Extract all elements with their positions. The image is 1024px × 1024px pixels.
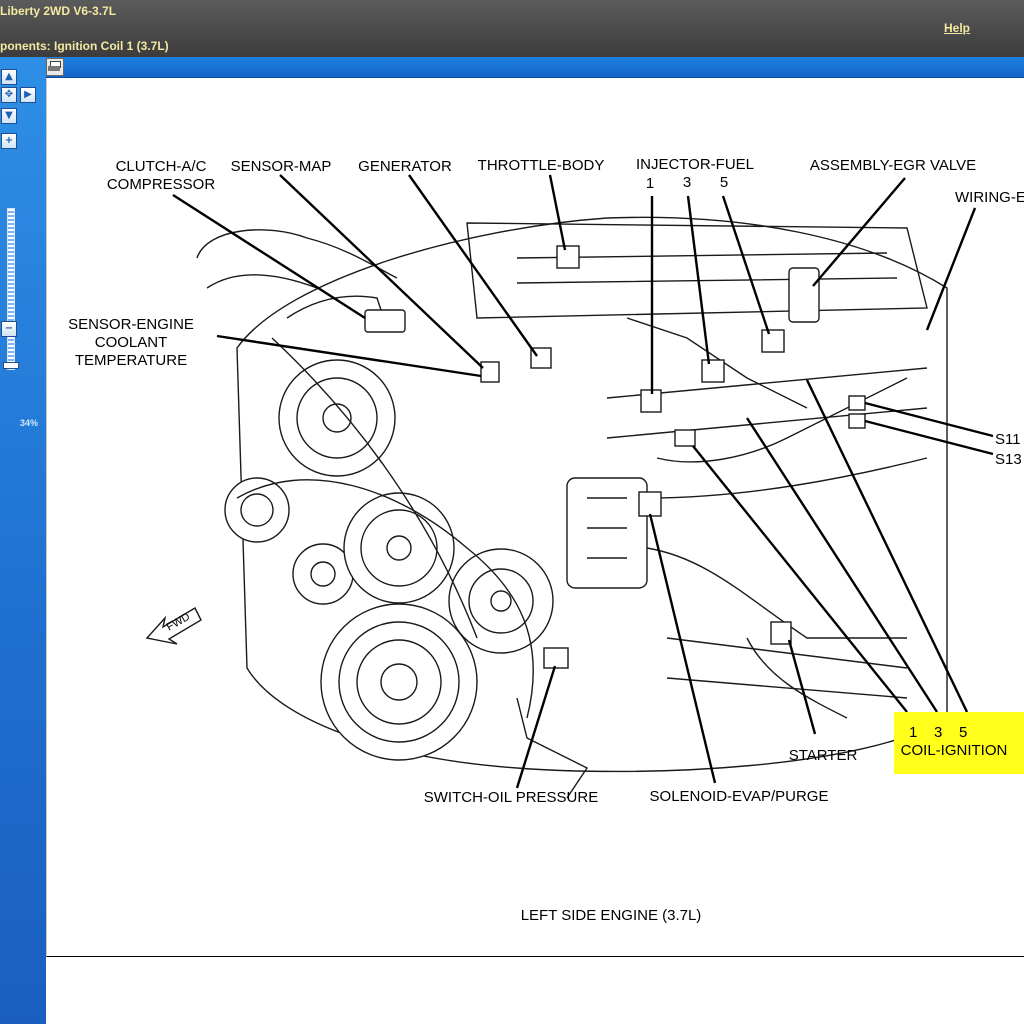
diagram-caption: LEFT SIDE ENGINE (3.7L) xyxy=(521,907,702,924)
arrow-down-icon[interactable]: ▼ xyxy=(1,108,17,124)
label-clutch-line1: CLUTCH-A/C xyxy=(116,158,207,175)
arrow-right-icon[interactable]: ▶ xyxy=(20,87,36,103)
label-injector-1: 1 xyxy=(646,175,654,192)
help-link[interactable]: Help xyxy=(944,21,970,35)
breadcrumb: ponents: Ignition Coil 1 (3.7L) xyxy=(0,39,169,53)
move-icon[interactable]: ✥ xyxy=(1,87,17,103)
label-injector-fuel: INJECTOR-FUEL xyxy=(636,156,754,173)
engine-diagram: CLUTCH-A/C COMPRESSOR SENSOR-MAP GENERAT… xyxy=(68,156,1024,924)
engine-illustration xyxy=(145,216,948,799)
diagram-canvas: CLUTCH-A/C COMPRESSOR SENSOR-MAP GENERAT… xyxy=(46,78,1024,957)
label-sensor-map: SENSOR-MAP xyxy=(231,158,332,175)
diagram-labels: CLUTCH-A/C COMPRESSOR SENSOR-MAP GENERAT… xyxy=(68,156,1024,924)
label-egr-valve: ASSEMBLY-EGR VALVE xyxy=(810,157,976,174)
label-injector-5: 5 xyxy=(720,174,728,191)
zoom-slider[interactable] xyxy=(7,208,15,370)
minus-icon[interactable]: − xyxy=(1,321,17,337)
navigation-sidebar: ▲ ✥ ▶ ▼ + − 34% xyxy=(0,57,46,1024)
diagram-toolbar xyxy=(46,57,1024,78)
zoom-slider-thumb[interactable] xyxy=(3,362,19,369)
label-coil-numbers: 1 3 5 xyxy=(909,724,967,741)
label-ect-line2: COOLANT xyxy=(95,334,168,351)
label-ect-line3: TEMPERATURE xyxy=(75,352,187,369)
vehicle-title: Liberty 2WD V6-3.7L xyxy=(0,4,117,18)
label-wiring: WIRING-E xyxy=(955,189,1024,206)
label-throttle-body: THROTTLE-BODY xyxy=(478,157,605,174)
label-starter: STARTER xyxy=(789,747,858,764)
print-icon[interactable] xyxy=(46,58,64,76)
title-bar: Liberty 2WD V6-3.7L ponents: Ignition Co… xyxy=(0,0,1024,57)
label-s13: S13 xyxy=(995,451,1022,468)
content-area-bottom xyxy=(46,957,1024,1024)
label-oil-pressure: SWITCH-OIL PRESSURE xyxy=(424,789,598,806)
label-s11: S11 xyxy=(995,431,1021,448)
label-generator: GENERATOR xyxy=(358,158,452,175)
label-clutch-line2: COMPRESSOR xyxy=(107,176,216,193)
label-injector-3: 3 xyxy=(683,174,691,191)
label-ect-line1: SENSOR-ENGINE xyxy=(68,316,194,333)
plus-icon[interactable]: + xyxy=(1,133,17,149)
arrow-up-icon[interactable]: ▲ xyxy=(1,69,17,85)
label-coil-ignition: COIL-IGNITION xyxy=(901,742,1008,759)
label-evap-purge: SOLENOID-EVAP/PURGE xyxy=(650,788,829,805)
